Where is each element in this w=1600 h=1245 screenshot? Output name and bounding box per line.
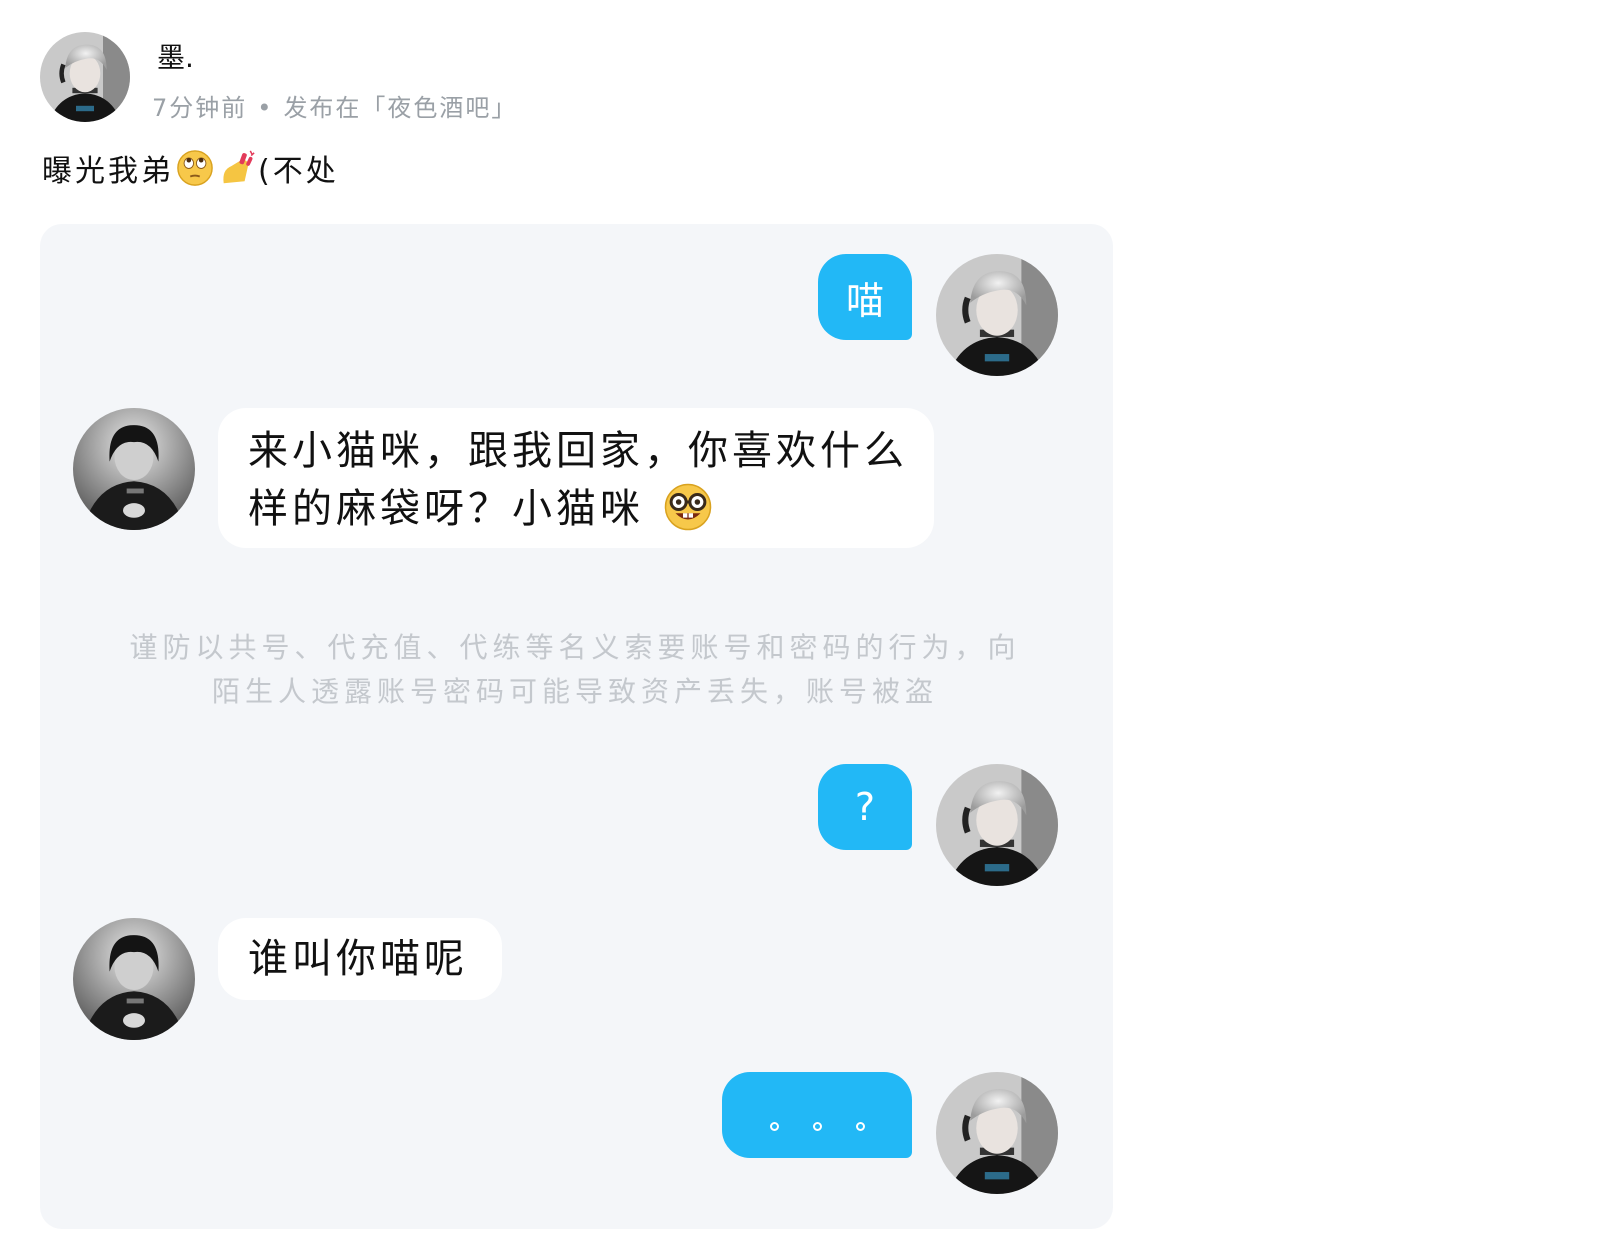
message-text: 谁叫你喵呢 [248, 936, 468, 982]
self-avatar[interactable] [936, 254, 1058, 376]
post-body: 曝光我弟 (不处 [42, 146, 339, 190]
post-author-avatar[interactable] [40, 32, 130, 122]
post-text-after: (不处 [258, 154, 339, 189]
ellipsis-dots [769, 1100, 865, 1131]
post-author-name[interactable]: 墨. [157, 36, 194, 76]
message-text: 喵 [845, 278, 884, 323]
chat-bubble-incoming: 来小猫咪，跟我回家，你喜欢什么样的麻袋呀？小猫咪 [218, 408, 934, 548]
post-text-before: 曝光我弟 [42, 154, 174, 189]
chat-bubble-outgoing: 喵 [818, 254, 912, 340]
message-text: 来小猫咪，跟我回家，你喜欢什么样的麻袋呀？小猫咪 [248, 428, 908, 532]
dot [855, 1121, 865, 1131]
post-location[interactable]: 发布在「夜色酒吧」 [283, 94, 517, 122]
post-time: 7分钟前 [152, 94, 248, 122]
dot [812, 1121, 822, 1131]
face-with-rolling-eyes-icon [177, 150, 213, 186]
message-text: ? [854, 785, 876, 829]
post-meta: 7分钟前 • 发布在「夜色酒吧」 [152, 88, 517, 123]
self-avatar[interactable] [936, 1072, 1058, 1194]
chat-screenshot: 喵 来小猫咪，跟我回家，你喜欢什么样的麻袋呀？小猫咪 谨防以共号、代充值、代练等… [40, 224, 1113, 1229]
security-warning: 谨防以共号、代充值、代练等名义索要账号和密码的行为，向陌生人透露账号密码可能导致… [129, 631, 1021, 708]
contact-avatar[interactable] [73, 918, 195, 1040]
self-avatar[interactable] [936, 764, 1058, 886]
meta-separator: • [257, 94, 274, 122]
nerd-face-icon [664, 483, 711, 531]
nail-polish-icon [223, 150, 255, 184]
chat-bubble-outgoing: ? [818, 764, 912, 850]
chat-bubble-incoming: 谁叫你喵呢 [218, 918, 502, 1000]
dot [769, 1121, 779, 1131]
post-page: 墨. 7分钟前 • 发布在「夜色酒吧」 曝光我弟 (不处 喵 来小猫咪，跟我回家… [0, 0, 1600, 1245]
contact-avatar[interactable] [73, 408, 195, 530]
chat-bubble-outgoing: 。。。 [722, 1072, 912, 1158]
